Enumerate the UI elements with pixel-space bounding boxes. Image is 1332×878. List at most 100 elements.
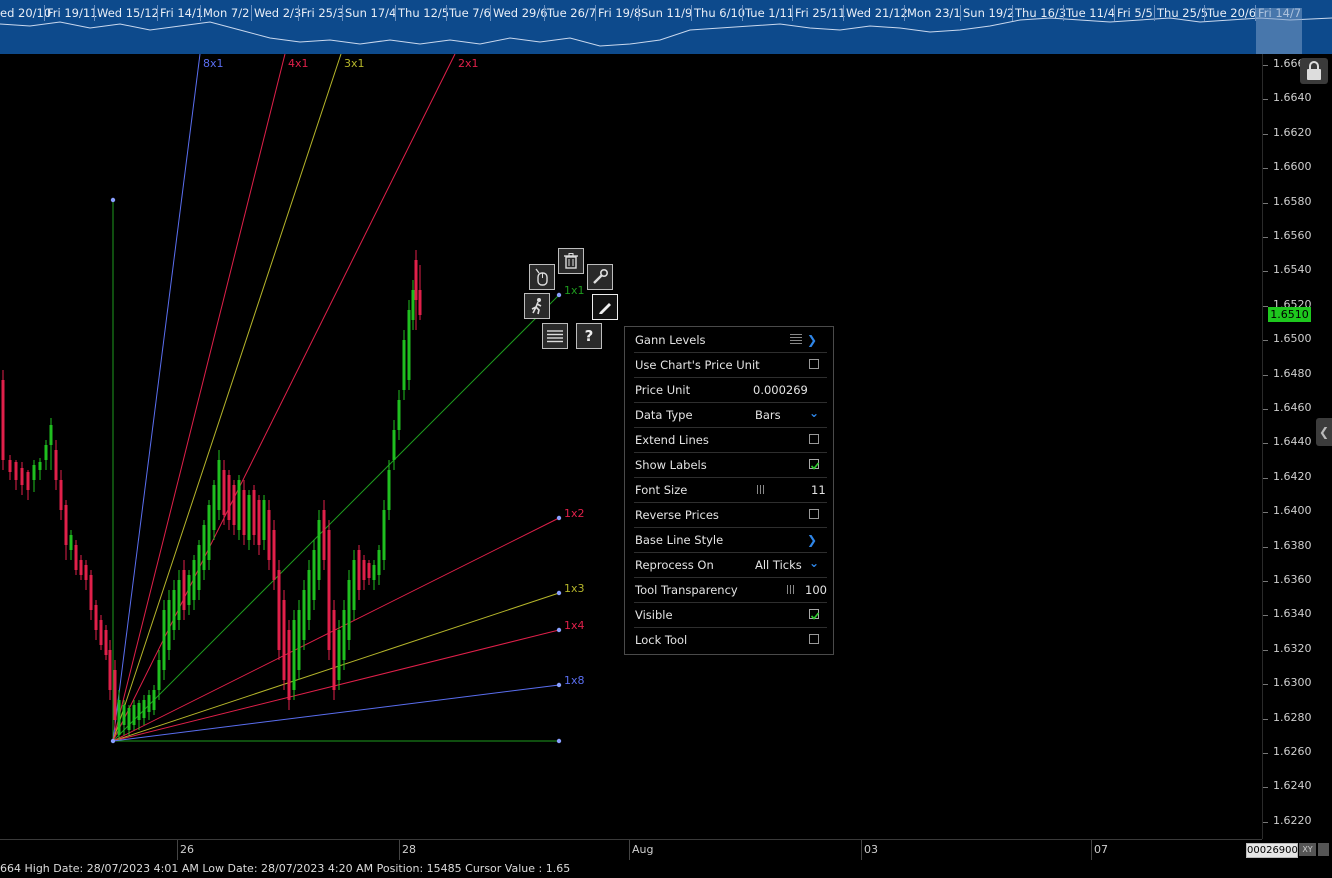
candle-body [127, 708, 131, 730]
data-type-select[interactable]: Bars [755, 408, 781, 422]
candle-body [411, 290, 415, 320]
candle-body [247, 495, 251, 540]
axis-lock-icon[interactable] [1318, 843, 1329, 856]
lock-tool-label: Lock Tool [635, 633, 688, 647]
use-chart-price-unit-checkbox[interactable] [809, 359, 819, 369]
candle-body [272, 530, 276, 580]
price-tickmark [1263, 237, 1268, 238]
price-tickmark [1263, 168, 1268, 170]
overview-date-label: Tue 26/7 [547, 6, 597, 20]
time-separator [629, 840, 630, 860]
price-axis[interactable]: 1.666 1.6640 1.6620 1.6600 1.6580 1.6560 1.654… [1262, 54, 1332, 839]
anchor-point[interactable] [110, 738, 116, 744]
candle-body [392, 430, 396, 460]
candle-body [217, 460, 221, 510]
price-tickmark [1263, 99, 1268, 101]
price-tickmark [1263, 512, 1268, 514]
candle-body [44, 445, 48, 460]
mouse-tool-button[interactable] [529, 264, 555, 290]
help-tool-button[interactable]: ? [576, 323, 602, 349]
visible-checkbox[interactable] [809, 609, 820, 620]
side-panel-toggle[interactable]: ❮ [1316, 418, 1332, 446]
chart-lock-button[interactable] [1300, 58, 1328, 84]
candle-body [20, 468, 24, 485]
row-reverse-prices: Reverse Prices [634, 502, 827, 528]
slider-grip-icon[interactable] [757, 485, 765, 494]
price-unit-input[interactable]: 0.000269 [753, 383, 808, 397]
candle-body [122, 705, 126, 725]
delete-tool-button[interactable] [558, 248, 584, 274]
overview-range-handle[interactable] [1256, 8, 1302, 54]
candle-body [8, 460, 12, 472]
row-gann-levels[interactable]: Gann Levels ❯ [634, 327, 827, 353]
reverse-prices-checkbox[interactable] [809, 509, 819, 519]
row-reprocess-on: Reprocess On All Ticks ⌄ [634, 552, 827, 578]
row-data-type: Data Type Bars ⌄ [634, 402, 827, 428]
fan-label-1x8: 1x8 [564, 674, 585, 687]
candle-body [104, 630, 108, 655]
candle-body [64, 505, 68, 545]
overview-separator [298, 5, 299, 21]
overview-separator [843, 5, 844, 21]
time-separator [399, 840, 400, 860]
font-size-input[interactable]: 11 [811, 483, 826, 497]
overview-date-label: Thu 6/10 [694, 6, 746, 20]
xy-toggle-button[interactable]: XY [1299, 843, 1316, 856]
overview-separator [251, 5, 252, 21]
candle-body [49, 425, 53, 445]
fan-label-1x1: 1x1 [564, 284, 585, 297]
settings-tool-button[interactable] [587, 264, 613, 290]
run-tool-button[interactable] [524, 293, 550, 319]
price-tickmark [1263, 787, 1268, 789]
chevron-down-icon[interactable]: ⌄ [809, 556, 819, 570]
overview-separator [1012, 5, 1013, 21]
anchor-point[interactable] [110, 197, 116, 203]
candle-body [282, 600, 286, 680]
anchor-point[interactable] [556, 515, 562, 521]
visible-label: Visible [635, 608, 673, 622]
lock-tool-checkbox[interactable] [809, 634, 819, 644]
chevron-right-icon[interactable]: ❯ [807, 533, 817, 547]
extend-lines-checkbox[interactable] [809, 434, 819, 444]
properties-tool-button[interactable] [542, 323, 568, 349]
candle-body [237, 480, 241, 530]
overview-navigator[interactable]: ed 20/10 Fri 19/11 Wed 15/12 Fri 14/1 Mon 7/… [0, 0, 1332, 54]
anchor-point[interactable] [556, 682, 562, 688]
price-unit-field[interactable]: 00026900 [1246, 843, 1298, 858]
show-labels-checkbox[interactable] [809, 459, 820, 470]
anchor-point[interactable] [556, 627, 562, 633]
candle-body [418, 290, 422, 315]
row-extend-lines: Extend Lines [634, 427, 827, 453]
reprocess-on-select[interactable]: All Ticks [755, 558, 802, 572]
candle-body [99, 620, 103, 645]
time-tick: 28 [402, 843, 416, 856]
anchor-point[interactable] [556, 292, 562, 298]
candle-body [137, 703, 141, 720]
chevron-down-icon[interactable]: ⌄ [809, 406, 819, 420]
candle-body [287, 630, 291, 700]
price-tick-label: 1.6220 [1273, 813, 1312, 827]
candle-body [377, 550, 381, 575]
candle-body [407, 310, 411, 380]
gann-properties-panel: Gann Levels ❯ Use Chart's Price Unit Pri… [624, 326, 834, 655]
tool-transparency-label: Tool Transparency [635, 583, 738, 597]
price-tick-label: 1.6580 [1273, 194, 1312, 208]
row-base-line-style[interactable]: Base Line Style ❯ [634, 527, 827, 553]
time-axis[interactable]: 26 28 Aug 03 07 [0, 839, 1262, 860]
chevron-right-icon[interactable]: ❯ [807, 333, 817, 347]
tool-transparency-input[interactable]: 100 [805, 583, 827, 597]
gann-levels-label: Gann Levels [635, 333, 706, 347]
time-tick: Aug [632, 843, 654, 856]
candle-body [1, 380, 5, 460]
overview-date-label: Fri 5/5 [1117, 6, 1153, 20]
slider-grip-icon[interactable] [787, 585, 795, 594]
overview-separator [595, 5, 596, 21]
anchor-point[interactable] [556, 738, 562, 744]
price-tickmark [1263, 684, 1268, 686]
edit-tool-button[interactable] [592, 294, 618, 320]
anchor-point[interactable] [556, 590, 562, 596]
overview-separator [44, 5, 45, 21]
price-tick-label: 1.6460 [1273, 401, 1312, 414]
candle-body [192, 560, 196, 600]
price-tickmark [1263, 65, 1268, 66]
